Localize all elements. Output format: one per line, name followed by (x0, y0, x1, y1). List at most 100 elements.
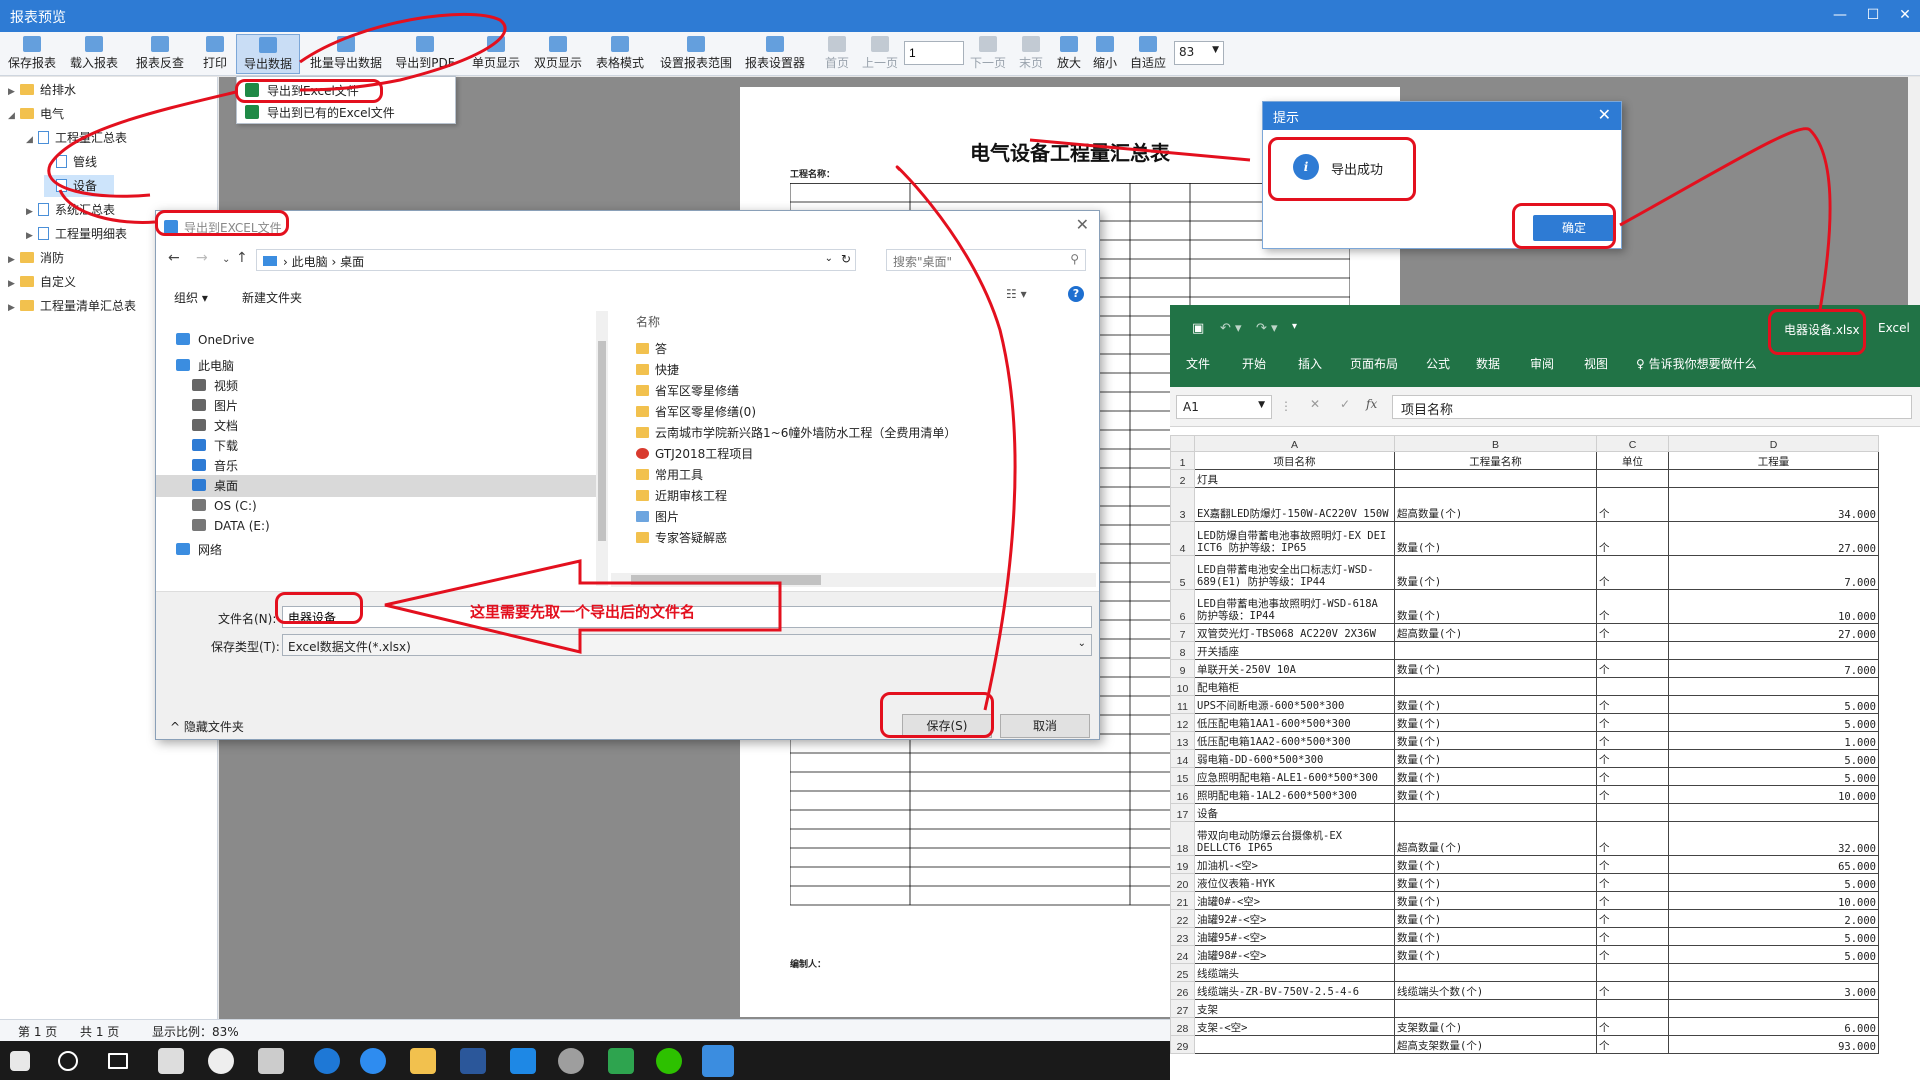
expand-arrow-icon[interactable]: ▶ (8, 249, 20, 271)
cell-c[interactable]: 个 (1596, 695, 1669, 714)
cell-b[interactable]: 数量(个) (1394, 713, 1597, 732)
cell-c[interactable]: 个 (1596, 945, 1669, 964)
column-header[interactable]: A (1194, 435, 1395, 452)
cell-d[interactable]: 7.000 (1668, 659, 1879, 678)
cell-a[interactable]: LED自带蓄电池安全出口标志灯-WSD-689(E1) 防护等级：IP44 (1194, 555, 1395, 590)
cell-a[interactable]: 低压配电箱1AA1-600*500*300 (1194, 713, 1395, 732)
cell-b[interactable]: 数量(个) (1394, 659, 1597, 678)
cell-a[interactable]: 单联开关-250V 10A (1194, 659, 1395, 678)
cell-d[interactable]: 6.000 (1668, 1017, 1879, 1036)
cell-c[interactable]: 个 (1596, 1017, 1669, 1036)
tree-item[interactable]: ▶ 工程量清单汇总表 (8, 295, 136, 317)
app-icon[interactable] (558, 1048, 584, 1074)
cell-c[interactable] (1596, 469, 1669, 488)
toolbar-last-page[interactable]: 末页 (1014, 34, 1048, 74)
ribbon-tab[interactable]: 审阅 (1530, 355, 1554, 372)
cell-c[interactable] (1596, 999, 1669, 1018)
file-hscrollbar[interactable] (611, 573, 1096, 587)
cell-a[interactable]: 弱电箱-DD-600*500*300 (1194, 749, 1395, 768)
nav-item[interactable]: 桌面 (156, 475, 596, 497)
recent-icon[interactable]: ⌄ (222, 254, 230, 265)
row-header[interactable]: 18 (1170, 821, 1195, 856)
cell-a[interactable]: 带双向电动防爆云台摄像机-EX DELLCT6 IP65 (1194, 821, 1395, 856)
glodon-app-icon[interactable] (360, 1048, 386, 1074)
row-header[interactable]: 23 (1170, 927, 1195, 946)
cell-d[interactable]: 10.000 (1668, 891, 1879, 910)
cell-b[interactable]: 数量(个) (1394, 927, 1597, 946)
nav-scrollbar[interactable] (596, 311, 608, 586)
nav-item[interactable]: 下载 (192, 435, 238, 457)
cell-d[interactable]: 5.000 (1668, 927, 1879, 946)
maximize-icon[interactable]: ☐ (1858, 4, 1888, 26)
cell-c[interactable]: 个 (1596, 855, 1669, 874)
row-header[interactable]: 6 (1170, 589, 1195, 624)
cell-b[interactable]: 超高数量(个) (1394, 821, 1597, 856)
cell-b[interactable]: 数量(个) (1394, 521, 1597, 556)
cell-c[interactable]: 个 (1596, 713, 1669, 732)
cell-b[interactable]: 数量(个) (1394, 767, 1597, 786)
cell-c[interactable]: 个 (1596, 623, 1669, 642)
task-view-icon[interactable] (108, 1053, 128, 1069)
row-header[interactable]: 26 (1170, 981, 1195, 1000)
help-icon[interactable]: ? (1068, 286, 1084, 302)
column-header[interactable]: C (1596, 435, 1669, 452)
expand-arrow-icon[interactable]: ▶ (26, 225, 38, 247)
search-icon[interactable] (58, 1051, 78, 1071)
minimize-icon[interactable]: — (1825, 4, 1855, 26)
toolbar-first-page[interactable]: 首页 (820, 34, 854, 74)
cell-d[interactable]: 5.000 (1668, 945, 1879, 964)
toolbar-report-lookup[interactable]: 报表反查 (132, 34, 188, 74)
row-header[interactable]: 27 (1170, 999, 1195, 1018)
cell-a[interactable]: 照明配电箱-1AL2-600*500*300 (1194, 785, 1395, 804)
row-header[interactable]: 14 (1170, 749, 1195, 768)
search-input[interactable]: 搜索"桌面" ⚲ (886, 249, 1086, 271)
toolbar-next-page[interactable]: 下一页 (968, 34, 1008, 74)
row-header[interactable]: 9 (1170, 659, 1195, 678)
edge-browser-icon[interactable] (314, 1048, 340, 1074)
row-header[interactable]: 13 (1170, 731, 1195, 750)
cell-a[interactable]: 线缆端头 (1194, 963, 1395, 982)
ribbon-tab[interactable]: 公式 (1426, 355, 1450, 372)
report-app-icon[interactable] (702, 1045, 734, 1077)
close-icon[interactable]: ✕ (1076, 215, 1089, 234)
close-icon[interactable]: ✕ (1598, 105, 1611, 124)
cell-b[interactable]: 数量(个) (1394, 891, 1597, 910)
cell-b[interactable] (1394, 999, 1597, 1018)
cell-b[interactable]: 数量(个) (1394, 945, 1597, 964)
word-icon[interactable] (460, 1048, 486, 1074)
cell-d[interactable]: 65.000 (1668, 855, 1879, 874)
nav-item[interactable]: 音乐 (192, 455, 238, 477)
ribbon-tab[interactable]: 文件 (1186, 355, 1210, 372)
cell-c[interactable]: 个 (1596, 555, 1669, 590)
file-item[interactable]: 答 (636, 339, 667, 359)
cell-c[interactable] (1596, 963, 1669, 982)
row-header[interactable]: 29 (1170, 1035, 1195, 1054)
pinwheel-app-icon[interactable] (158, 1048, 184, 1074)
filetype-select[interactable]: Excel数据文件(*.xlsx) ⌄ (282, 634, 1092, 656)
name-column-header[interactable]: 名称 (636, 313, 660, 330)
ribbon-tab[interactable]: 插入 (1298, 355, 1322, 372)
toolbar-export-data[interactable]: 导出数据 (236, 34, 300, 74)
cell-c[interactable]: 个 (1596, 981, 1669, 1000)
file-item[interactable]: 快捷 (636, 360, 679, 380)
cell-a[interactable]: 液位仪表箱-HYK (1194, 873, 1395, 892)
cell-d[interactable] (1668, 677, 1879, 696)
tree-item[interactable]: 设备 (44, 175, 114, 197)
expand-arrow-icon[interactable]: ▶ (26, 201, 38, 223)
cell-d[interactable]: 93.000 (1668, 1035, 1879, 1054)
cell-b[interactable] (1394, 963, 1597, 982)
row-header[interactable]: 3 (1170, 487, 1195, 522)
row-header[interactable]: 20 (1170, 873, 1195, 892)
cell-d[interactable]: 27.000 (1668, 623, 1879, 642)
cell-b[interactable]: 超高数量(个) (1394, 623, 1597, 642)
calc-app-icon[interactable] (608, 1048, 634, 1074)
row-header[interactable]: 16 (1170, 785, 1195, 804)
cell-a[interactable]: 油罐95#-<空> (1194, 927, 1395, 946)
cell-b[interactable]: 数量(个) (1394, 555, 1597, 590)
cell-d[interactable]: 10.000 (1668, 785, 1879, 804)
cell-a[interactable]: 线缆端头-ZR-BV-750V-2.5-4-6 (1194, 981, 1395, 1000)
cell-d[interactable]: 32.000 (1668, 821, 1879, 856)
redo-icon[interactable]: ↷ ▾ (1256, 321, 1278, 336)
row-header[interactable]: 1 (1170, 451, 1195, 470)
cell-b[interactable]: 数量(个) (1394, 695, 1597, 714)
